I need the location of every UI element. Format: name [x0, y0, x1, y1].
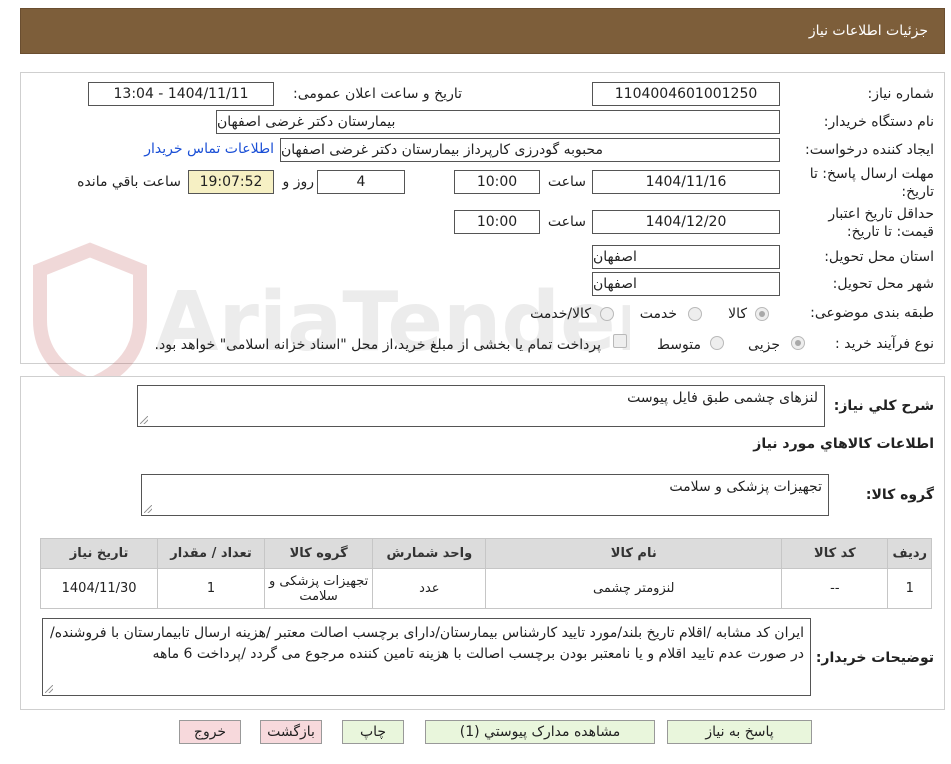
page-title: جزئیات اطلاعات نیاز — [808, 23, 928, 39]
remaining-time-label: ساعت باقي مانده — [77, 174, 181, 190]
category-option-goods-service: کالا/خدمت — [530, 306, 591, 322]
category-label: طبقه بندی موضوعی: — [810, 305, 934, 321]
deadline-label-date: تاریخ: — [901, 184, 934, 200]
category-option-goods: کالا — [728, 306, 747, 322]
table-row: 1 -- لنزومتر چشمی عدد تجهیزات پزشکی و سل… — [39, 568, 932, 609]
buyer-contact-link[interactable]: اطلاعات تماس خریدار — [144, 141, 274, 157]
cell-code: -- — [781, 568, 889, 609]
process-radio-medium[interactable] — [710, 336, 724, 350]
items-table: رديف کد کالا نام کالا واحد شمارش گروه کا… — [39, 538, 932, 609]
back-button[interactable]: بازگشت — [260, 720, 322, 744]
deadline-label: مهلت ارسال پاسخ: تا — [809, 166, 934, 182]
category-radio-goods-service[interactable] — [600, 307, 614, 321]
need-number-field: 1104004601001250 — [592, 82, 780, 106]
resize-grip-icon[interactable] — [144, 505, 152, 513]
deadline-date-field: 1404/11/16 — [592, 170, 780, 194]
buyer-notes-field: ایران کد مشابه /اقلام تاریخ بلند/مورد تا… — [42, 618, 811, 696]
category-radio-goods[interactable] — [755, 307, 769, 321]
validity-date-field: 1404/12/20 — [592, 210, 780, 234]
announce-label: تاریخ و ساعت اعلان عمومی: — [293, 86, 462, 102]
creator-label: ایجاد کننده درخواست: — [805, 142, 934, 158]
exit-button[interactable]: خروج — [179, 720, 241, 744]
category-radio-service[interactable] — [688, 307, 702, 321]
col-group: گروه کالا — [263, 538, 374, 569]
process-radio-minor[interactable] — [791, 336, 805, 350]
group-field: تجهیزات پزشکی و سلامت — [141, 474, 829, 516]
table-header-row: رديف کد کالا نام کالا واحد شمارش گروه کا… — [39, 538, 932, 569]
buyer-notes-text: ایران کد مشابه /اقلام تاریخ بلند/مورد تا… — [50, 625, 804, 662]
col-name: نام کالا — [485, 538, 783, 569]
buyer-org-label: نام دستگاه خریدار: — [823, 114, 934, 130]
category-option-service: خدمت — [639, 306, 677, 322]
creator-field: محبوبه گودرزی کارپرداز بیمارستان دکتر غر… — [280, 138, 780, 162]
treasury-checkbox[interactable] — [613, 334, 627, 348]
view-attachments-button[interactable]: مشاهده مدارک پيوستي (1) — [425, 720, 655, 744]
validity-label: حداقل تاریخ اعتبار — [828, 206, 934, 222]
validity-label-date: قیمت: تا تاریخ: — [846, 224, 934, 240]
treasury-note: پرداخت تمام یا بخشی از مبلغ خرید،از محل … — [154, 337, 601, 353]
cell-row: 1 — [887, 568, 932, 609]
reply-button[interactable]: پاسخ به نياز — [667, 720, 812, 744]
group-text: تجهیزات پزشکی و سلامت — [669, 479, 822, 495]
buyer-org-field: بیمارستان دکتر غرضی اصفهان — [216, 110, 780, 134]
col-date: تاريخ نياز — [39, 538, 159, 569]
province-field: اصفهان — [592, 245, 780, 269]
cell-qty: 1 — [157, 568, 265, 609]
resize-grip-icon[interactable] — [140, 416, 148, 424]
process-option-minor: جزیی — [748, 337, 780, 353]
remaining-time-field: 19:07:52 — [188, 170, 274, 194]
summary-text: لنزهای چشمی طبق فایل پیوست — [627, 390, 818, 406]
need-number-label: شماره نیاز: — [867, 86, 935, 102]
page-header: جزئیات اطلاعات نیاز — [20, 8, 945, 54]
process-label: نوع فرآیند خرید : — [835, 336, 934, 352]
city-field: اصفهان — [592, 272, 780, 296]
items-heading: اطلاعات کالاهاي مورد نياز — [753, 436, 934, 452]
city-label: شهر محل تحویل: — [832, 276, 934, 292]
cell-date: 1404/11/30 — [39, 568, 159, 609]
buyer-notes-label: توضیحات خریدار: — [815, 650, 934, 666]
days-label: روز و — [282, 174, 315, 190]
announce-field: 1404/11/11 - 13:04 — [88, 82, 274, 106]
days-remaining-field: 4 — [317, 170, 405, 194]
summary-label: شرح کلي نياز: — [833, 398, 934, 414]
summary-field: لنزهای چشمی طبق فایل پیوست — [137, 385, 825, 427]
province-label: استان محل تحویل: — [824, 249, 934, 265]
col-row: رديف — [887, 538, 932, 569]
validity-time-field: 10:00 — [454, 210, 540, 234]
cell-group: تجهیزات پزشکی و سلامت — [263, 568, 374, 609]
deadline-time-label: ساعت — [547, 174, 586, 190]
resize-grip-icon[interactable] — [45, 685, 53, 693]
group-label: گروه کالا: — [865, 487, 934, 503]
col-qty: تعداد / مقدار — [157, 538, 265, 569]
validity-time-label: ساعت — [547, 214, 586, 230]
col-code: کد کالا — [781, 538, 889, 569]
deadline-time-field: 10:00 — [454, 170, 540, 194]
col-unit: واحد شمارش — [372, 538, 487, 569]
cell-unit: عدد — [372, 568, 487, 609]
print-button[interactable]: چاپ — [342, 720, 404, 744]
cell-name: لنزومتر چشمی — [485, 568, 783, 609]
process-option-medium: متوسط — [657, 337, 701, 353]
